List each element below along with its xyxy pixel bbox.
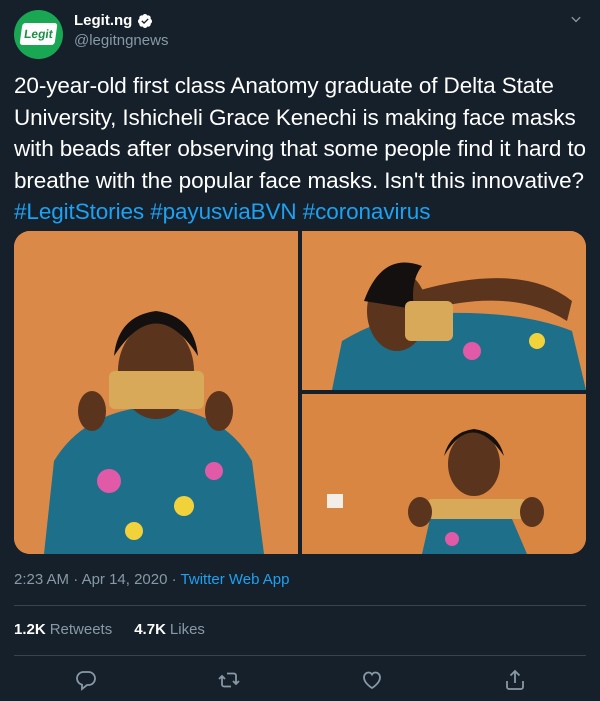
retweets-stat[interactable]: 1.2K Retweets	[14, 621, 112, 638]
legit-logo: Legit	[19, 23, 58, 45]
meta-separator-1: ·	[73, 571, 79, 588]
photo-1[interactable]	[14, 231, 298, 554]
display-name[interactable]: Legit.ng	[74, 12, 132, 29]
reply-icon[interactable]	[74, 668, 98, 692]
tweet-source[interactable]: Twitter Web App	[181, 571, 290, 588]
verified-badge-icon	[138, 13, 153, 28]
share-icon[interactable]	[503, 668, 527, 692]
tweet-date[interactable]: Apr 14, 2020	[82, 571, 168, 588]
tweet-meta: 2:23 AM · Apr 14, 2020 · Twitter Web App	[14, 571, 290, 588]
tweet-text: 20-year-old first class Anatomy graduate…	[14, 70, 586, 228]
hashtag-payusviabvn[interactable]: #payusviaBVN	[150, 199, 296, 224]
retweets-count: 1.2K	[14, 621, 46, 638]
likes-label: Likes	[169, 621, 205, 638]
action-bar	[0, 664, 600, 694]
tweet-stats: 1.2K Retweets 4.7K Likes	[14, 621, 205, 638]
photo-3[interactable]	[302, 394, 586, 554]
likes-count: 4.7K	[134, 621, 166, 638]
meta-separator-2: ·	[171, 571, 177, 588]
display-name-row[interactable]: Legit.ng	[74, 12, 168, 29]
likes-stat[interactable]: 4.7K Likes	[134, 621, 205, 638]
divider-bottom	[14, 655, 586, 656]
tweet-body: 20-year-old first class Anatomy graduate…	[14, 73, 586, 193]
tweet-time[interactable]: 2:23 AM	[14, 571, 69, 588]
handle[interactable]: @legitngnews	[74, 32, 168, 49]
divider-top	[14, 605, 586, 606]
hashtag-coronavirus[interactable]: #coronavirus	[303, 199, 431, 224]
like-icon[interactable]	[360, 668, 384, 692]
chevron-down-icon[interactable]	[568, 12, 584, 28]
tweet-header: Legit Legit.ng @legitngnews	[14, 8, 586, 59]
retweet-icon[interactable]	[217, 668, 241, 692]
media-grid	[14, 231, 586, 554]
retweets-label: Retweets	[49, 621, 113, 638]
avatar[interactable]: Legit	[14, 10, 63, 59]
user-block: Legit.ng @legitngnews	[74, 12, 168, 49]
hashtag-legitstories[interactable]: #LegitStories	[14, 199, 144, 224]
photo-2[interactable]	[302, 231, 586, 390]
